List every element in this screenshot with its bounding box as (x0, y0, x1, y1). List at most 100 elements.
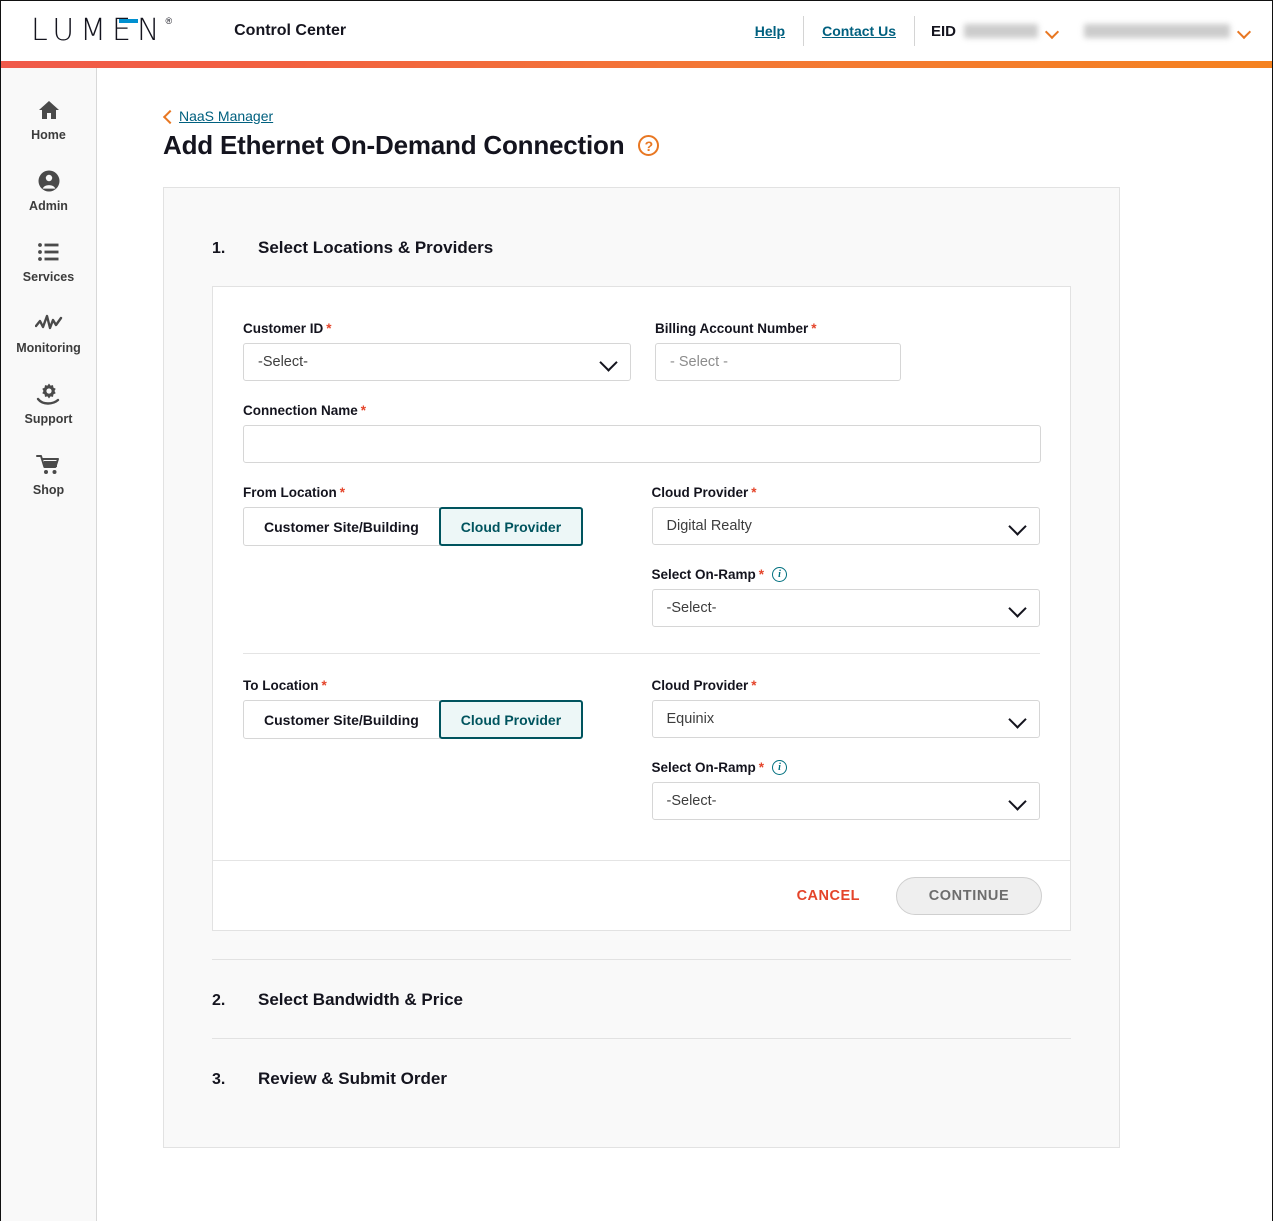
to-cloud-provider-select[interactable]: Equinix (651, 700, 1040, 738)
required-asterisk: * (758, 760, 765, 775)
from-cloud-provider-field: Cloud Provider * Digital Realty (651, 485, 1040, 545)
required-asterisk: * (326, 321, 332, 336)
label-text: Customer ID (243, 321, 324, 336)
info-circle-icon[interactable]: i (772, 760, 788, 775)
label-text: To Location (243, 678, 319, 693)
to-provider-pane: Cloud Provider * Equinix Select On-Ramp … (651, 678, 1040, 820)
from-onramp-value: -Select- (666, 600, 717, 616)
from-location-toggle-group: From Location * Customer Site/Building C… (243, 485, 628, 627)
chevron-down-icon[interactable] (1238, 27, 1252, 36)
step-number: 3. (212, 1071, 226, 1088)
contact-us-link[interactable]: Contact Us (808, 23, 910, 39)
logo-registered-mark: ® (165, 16, 173, 26)
connection-name-label: Connection Name * (243, 403, 1040, 418)
sidebar-item-monitoring[interactable]: Monitoring (1, 297, 96, 368)
account-value-redacted (1084, 24, 1230, 38)
from-location-label: From Location * (243, 485, 628, 500)
help-link[interactable]: Help (741, 23, 799, 39)
to-option-cloud-provider[interactable]: Cloud Provider (438, 700, 584, 739)
from-location-section: From Location * Customer Site/Building C… (243, 485, 1040, 627)
lumen-logo[interactable]: LUMEN ® (31, 16, 172, 46)
to-location-label: To Location * (243, 678, 628, 693)
sidebar-item-support[interactable]: Support (1, 368, 96, 439)
sidebar-item-shop[interactable]: Shop (1, 439, 96, 510)
billing-account-field: Billing Account Number * - Select - (655, 321, 901, 381)
billing-account-select[interactable]: - Select - (655, 343, 901, 381)
step-1-form: Customer ID * -Select- Billing Account N… (213, 287, 1070, 860)
step-title: Review & Submit Order (258, 1069, 447, 1088)
main-sidebar: Home Admin Services Monitoring Support S… (1, 68, 97, 1221)
label-text: Connection Name (243, 403, 358, 418)
eid-value-redacted (964, 24, 1038, 38)
from-onramp-select[interactable]: -Select- (651, 589, 1040, 627)
customer-id-value: -Select- (258, 354, 308, 370)
breadcrumb[interactable]: NaaS Manager (163, 108, 1272, 124)
header-divider (803, 16, 805, 46)
logo-accent-bar (119, 19, 138, 23)
activity-icon (34, 310, 63, 336)
sidebar-item-home[interactable]: Home (1, 84, 96, 155)
step-title: Select Bandwidth & Price (258, 990, 463, 1009)
from-cloud-provider-select[interactable]: Digital Realty (651, 507, 1040, 545)
step-2-header[interactable]: 2. Select Bandwidth & Price (212, 959, 1071, 1038)
help-circle-icon[interactable]: ? (638, 135, 660, 156)
step-1-header: 1. Select Locations & Providers (212, 238, 1071, 258)
info-circle-icon[interactable]: i (772, 567, 788, 582)
connection-name-input[interactable] (243, 425, 1041, 463)
to-location-options: Customer Site/Building Cloud Provider (243, 700, 628, 739)
step-number: 2. (212, 992, 226, 1009)
from-option-cloud-provider[interactable]: Cloud Provider (438, 507, 584, 546)
to-onramp-value: -Select- (666, 793, 717, 809)
chevron-left-icon (163, 109, 173, 123)
sidebar-item-admin[interactable]: Admin (1, 155, 96, 226)
app-window: LUMEN ® Control Center Help Contact Us E… (0, 0, 1273, 1221)
step-3-header[interactable]: 3. Review & Submit Order (212, 1038, 1071, 1117)
page-body: Home Admin Services Monitoring Support S… (1, 68, 1272, 1221)
step-1-actions: CANCEL CONTINUE (213, 860, 1070, 930)
sidebar-item-label: Admin (29, 199, 68, 213)
app-header: LUMEN ® Control Center Help Contact Us E… (1, 1, 1272, 61)
chevron-down-icon (1010, 794, 1025, 809)
step-number: 1. (212, 240, 226, 257)
continue-button[interactable]: CONTINUE (896, 876, 1042, 915)
to-cloud-provider-value: Equinix (666, 711, 715, 727)
to-onramp-select[interactable]: -Select- (651, 782, 1040, 820)
main-content: NaaS Manager Add Ethernet On-Demand Conn… (97, 68, 1272, 1221)
section-divider (243, 653, 1040, 654)
wizard-card: 1. Select Locations & Providers Customer… (163, 187, 1120, 1148)
label-text: From Location (243, 485, 337, 500)
chevron-down-icon (1010, 712, 1025, 727)
form-row-identity: Customer ID * -Select- Billing Account N… (243, 321, 1040, 381)
from-onramp-label: Select On-Ramp * i (652, 567, 1040, 582)
sidebar-item-label: Monitoring (16, 341, 81, 355)
eid-selector[interactable]: EID (919, 23, 1064, 40)
page-title-row: Add Ethernet On-Demand Connection ? (163, 130, 1272, 161)
billing-account-label: Billing Account Number * (655, 321, 901, 336)
from-option-customer-site[interactable]: Customer Site/Building (243, 507, 440, 546)
to-location-section: To Location * Customer Site/Building Clo… (243, 678, 1040, 820)
sidebar-item-label: Support (24, 412, 73, 426)
to-option-customer-site[interactable]: Customer Site/Building (243, 700, 440, 739)
to-cloud-provider-field: Cloud Provider * Equinix (651, 678, 1040, 738)
connection-name-field: Connection Name * (243, 403, 1041, 463)
customer-id-select[interactable]: -Select- (243, 343, 631, 381)
label-text: Billing Account Number (655, 321, 809, 336)
to-onramp-label: Select On-Ramp * i (652, 760, 1040, 775)
from-cloud-provider-value: Digital Realty (666, 518, 752, 534)
step-title: Select Locations & Providers (258, 238, 494, 257)
label-text: Select On-Ramp (651, 567, 756, 582)
label-text: Cloud Provider (651, 678, 749, 693)
breadcrumb-link[interactable]: NaaS Manager (179, 108, 273, 124)
required-asterisk: * (751, 485, 757, 500)
to-onramp-field: Select On-Ramp * i -Select- (651, 760, 1040, 820)
account-selector[interactable] (1064, 24, 1256, 38)
required-asterisk: * (758, 567, 765, 582)
from-cloud-provider-label: Cloud Provider * (652, 485, 1040, 500)
chevron-down-icon (1010, 601, 1025, 616)
header-right-group: Help Contact Us EID (741, 14, 1256, 48)
sidebar-item-label: Shop (32, 483, 65, 497)
chevron-down-icon[interactable] (1046, 27, 1060, 36)
cancel-button[interactable]: CANCEL (783, 880, 874, 912)
sidebar-item-services[interactable]: Services (1, 226, 96, 297)
list-icon (37, 239, 61, 265)
